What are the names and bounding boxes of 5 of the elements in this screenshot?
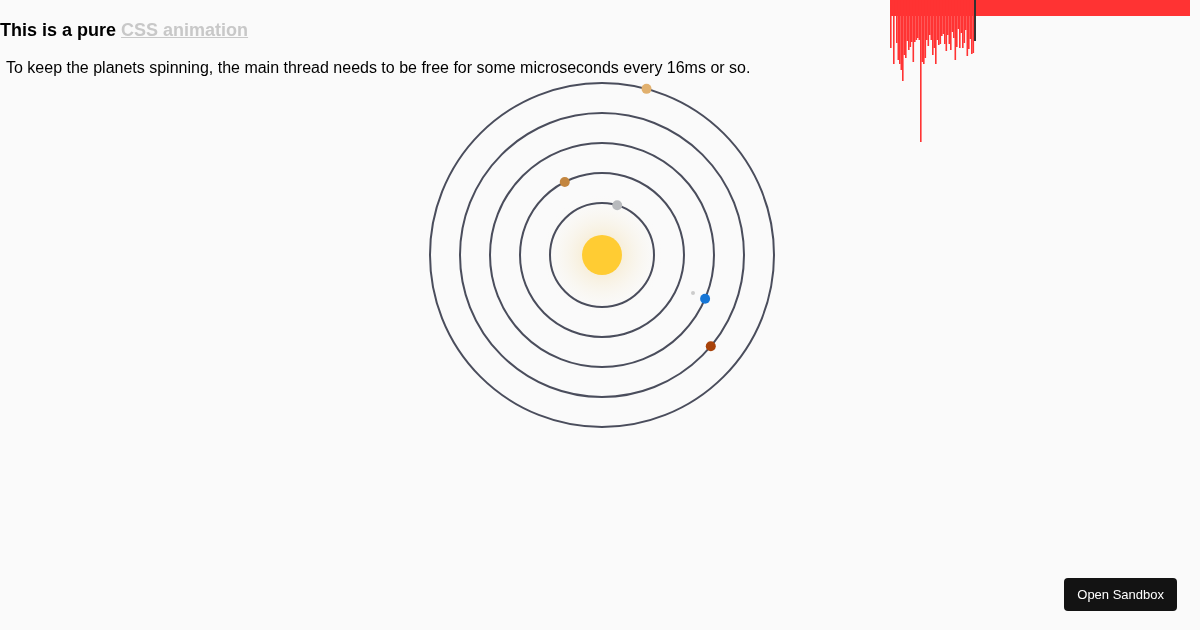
sun — [582, 235, 622, 275]
moon — [691, 291, 695, 295]
open-sandbox-button[interactable]: Open Sandbox — [1064, 578, 1177, 611]
intro-paragraph: To keep the planets spinning, the main thread needs to be free for some microseconds every 16ms or so. — [6, 59, 752, 77]
frame-cursor-line — [974, 0, 976, 41]
